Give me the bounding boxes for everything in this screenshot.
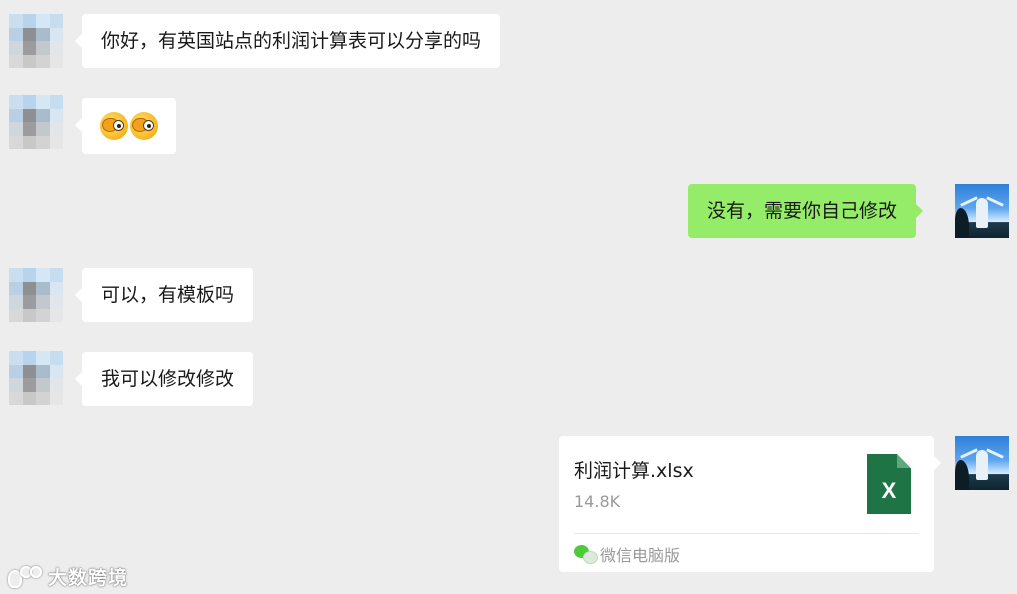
message-bubble-outgoing[interactable]: 没有，需要你自己修改 (688, 184, 924, 238)
message-text: 你好，有英国站点的利润计算表可以分享的吗 (101, 30, 482, 52)
message-text: 可以，有模板吗 (101, 284, 235, 306)
file-size: 14.8K (574, 492, 621, 511)
my-avatar[interactable] (955, 184, 1009, 238)
message-bubble[interactable]: 我可以修改修改 (74, 352, 254, 406)
file-message-card[interactable]: 利润计算.xlsx 14.8K X 微信电脑版 (559, 436, 941, 572)
watermark: 大数跨境 (8, 563, 128, 590)
card-divider (574, 533, 919, 534)
file-source-label: 微信电脑版 (600, 546, 681, 565)
file-name: 利润计算.xlsx (574, 460, 694, 482)
grimace-emoji-icon (130, 112, 158, 140)
message-bubble[interactable]: 你好，有英国站点的利润计算表可以分享的吗 (74, 14, 501, 68)
emoji-message-bubble[interactable] (75, 98, 176, 154)
file-source: 微信电脑版 (574, 542, 680, 566)
wechat-icon (574, 545, 598, 564)
message-bubble[interactable]: 可以，有模板吗 (74, 268, 254, 322)
my-avatar[interactable] (955, 436, 1009, 490)
watermark-logo-icon (8, 565, 42, 588)
contact-avatar[interactable] (9, 14, 63, 68)
contact-avatar[interactable] (9, 268, 63, 322)
grimace-emoji-icon (100, 112, 128, 140)
message-text: 没有，需要你自己修改 (707, 200, 898, 222)
contact-avatar[interactable] (9, 95, 63, 149)
contact-avatar[interactable] (9, 351, 63, 405)
message-text: 我可以修改修改 (101, 368, 235, 390)
watermark-text: 大数跨境 (48, 567, 129, 589)
excel-file-icon: X (867, 454, 911, 514)
